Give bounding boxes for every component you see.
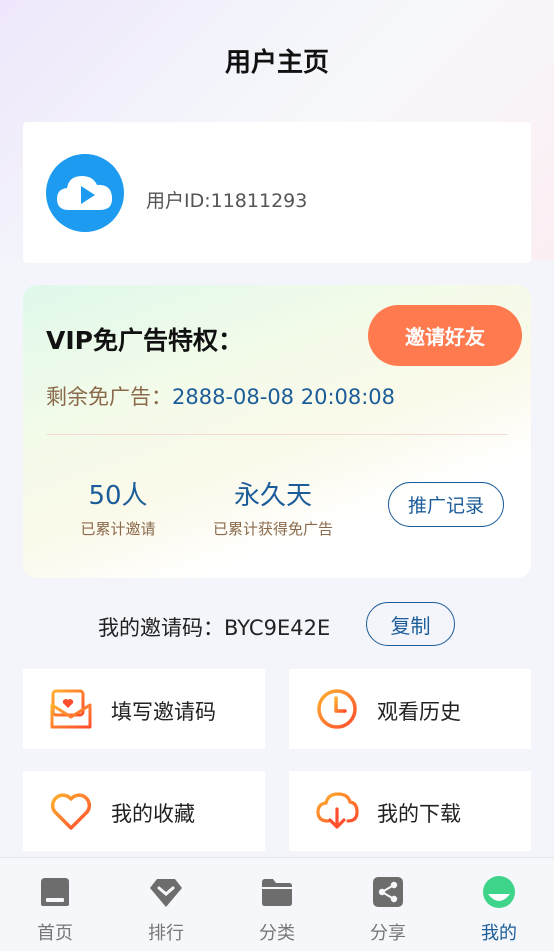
menu-label: 我的下载	[377, 802, 461, 826]
bottom-tab-bar: 首页 排行 分类 分享 我的	[0, 857, 554, 951]
tab-share[interactable]: 分享	[333, 858, 443, 951]
user-id: 用户ID:11811293	[146, 190, 308, 212]
invited-count: 50人	[88, 481, 148, 511]
promotion-records-button[interactable]: 推广记录	[388, 482, 504, 527]
adfree-value: 永久天	[233, 481, 312, 511]
page-title: 用户主页	[224, 48, 329, 78]
invite-code-text: 我的邀请码：BYC9E42E	[98, 616, 331, 640]
invite-friends-button[interactable]: 邀请好友	[368, 305, 522, 366]
copy-button[interactable]: 复制	[366, 602, 455, 646]
menu-enter-invite-code[interactable]: 填写邀请码	[23, 669, 265, 749]
cloud-download-icon	[316, 792, 359, 829]
invited-label: 已累计邀请	[80, 520, 156, 538]
home-icon	[41, 878, 69, 906]
adfree-stat: 永久天 已累计获得免广告	[208, 475, 338, 539]
tab-label: 分类	[259, 923, 295, 944]
invited-stat: 50人 已累计邀请	[63, 475, 173, 539]
remaining-label: 剩余免广告：	[46, 385, 172, 409]
profile-icon	[483, 876, 515, 908]
tab-ranking[interactable]: 排行	[111, 858, 221, 951]
menu-label: 我的收藏	[111, 802, 195, 826]
menu-my-downloads[interactable]: 我的下载	[289, 771, 531, 851]
invite-code-row: 我的邀请码：BYC9E42E 复制	[0, 600, 554, 648]
invite-letter-icon	[50, 689, 92, 729]
tab-home[interactable]: 首页	[0, 858, 110, 951]
folder-icon	[262, 879, 292, 906]
tab-categories[interactable]: 分类	[222, 858, 332, 951]
avatar[interactable]	[46, 154, 124, 232]
tab-label: 排行	[148, 923, 184, 944]
clock-icon	[317, 689, 357, 729]
tab-label: 分享	[370, 923, 406, 944]
adfree-label: 已累计获得免广告	[212, 520, 333, 538]
menu-my-favorites[interactable]: 我的收藏	[23, 771, 265, 851]
menu-label: 观看历史	[377, 700, 461, 724]
menu-label: 填写邀请码	[111, 700, 216, 724]
tab-label: 首页	[37, 923, 73, 944]
share-icon	[373, 877, 403, 907]
tab-label: 我的	[481, 923, 517, 944]
remaining-adfree: 剩余免广告：2888-08-08 20:08:08	[46, 381, 395, 411]
user-card: 用户ID:11811293	[23, 122, 531, 263]
menu-watch-history[interactable]: 观看历史	[289, 669, 531, 749]
diamond-icon	[150, 879, 182, 907]
vip-card: VIP免广告特权： 邀请好友 剩余免广告：2888-08-08 20:08:08…	[23, 285, 531, 578]
remaining-value: 2888-08-08 20:08:08	[172, 385, 396, 409]
cloud-play-icon	[57, 176, 113, 210]
divider	[46, 434, 508, 435]
vip-title: VIP免广告特权：	[46, 326, 243, 355]
tab-mine[interactable]: 我的	[444, 858, 554, 951]
heart-icon	[50, 793, 92, 830]
